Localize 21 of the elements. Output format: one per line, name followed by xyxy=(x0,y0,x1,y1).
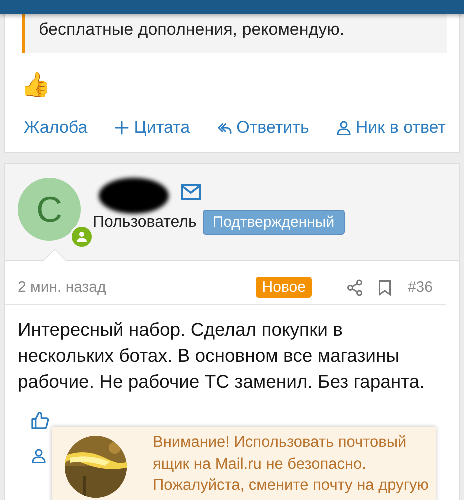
redacted-name xyxy=(99,178,169,214)
reply-link[interactable]: Ответить xyxy=(216,118,310,138)
user-icon xyxy=(334,119,353,137)
report-link[interactable]: Жалоба xyxy=(24,118,88,138)
mail-icon[interactable] xyxy=(181,184,201,200)
quote-link[interactable]: Цитата xyxy=(113,118,190,138)
post-text: Интересный набор. Сделал покупки в нескольких ботах. В основном все магазины рабочие. Не рабочие ТС заменил. Без гаранта. xyxy=(17,318,426,394)
share-icon[interactable] xyxy=(346,278,364,296)
thumbs-up-emoji: 👍 xyxy=(21,71,51,100)
verified-badge: Подтвержденный xyxy=(202,210,345,235)
post-time: 2 мин. назад xyxy=(18,279,108,296)
plus-icon xyxy=(113,119,132,137)
user-icon xyxy=(30,447,48,465)
warning-text: Внимание! Использовать почтовый ящик на Mail.ru не безопасно. Пожалуйста, смените почту на другую xyxy=(153,433,430,496)
quote-text: бесплатные дополнения, рекомендую. xyxy=(22,14,447,53)
avatar[interactable]: С xyxy=(18,178,81,241)
mention-link[interactable]: Ник в ответ xyxy=(334,118,446,138)
post-number[interactable]: #36 xyxy=(408,279,433,296)
new-badge: Новое xyxy=(256,277,312,298)
thumbs-up-icon xyxy=(30,411,50,431)
user-role: Пользователь xyxy=(93,214,197,232)
